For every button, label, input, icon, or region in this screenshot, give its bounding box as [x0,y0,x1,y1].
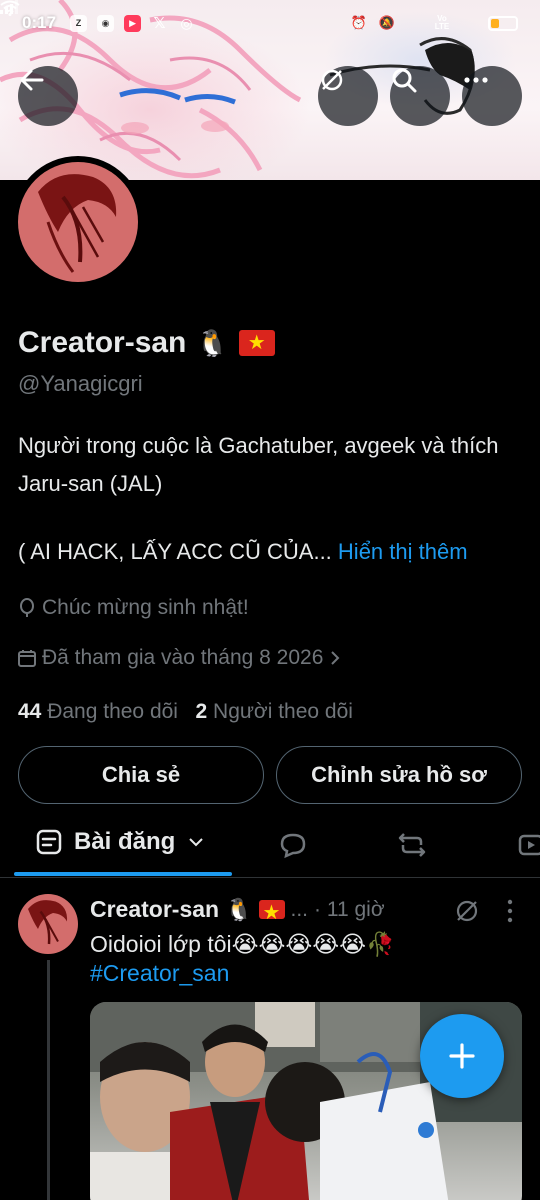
profile-handle: @Yanagicgri [18,371,143,396]
birthday-row: Chúc mừng sinh nhật! [18,596,249,620]
repost-icon [398,833,426,857]
mute-icon: 🔕 [378,15,396,30]
display-name-text: Creator-san [18,326,187,359]
follow-stats: 44 Đang theo dõi 2 Người theo dõi [18,700,353,724]
chevron-down-icon [189,838,204,847]
calendar-icon [18,650,36,667]
balloon-icon [20,598,34,617]
hide-button[interactable] [318,66,378,126]
birthday-text: Chúc mừng sinh nhật! [42,596,249,619]
post-hashtag[interactable]: #Creator_san [90,960,229,987]
profile-tabs: Bài đăng [0,812,540,878]
eye-slash-icon [321,69,343,91]
post-text: Oidoioi lớp tôi😭😭😭😭😭🥀 [90,931,395,957]
search-icon [392,68,417,93]
zalo-icon: Z [70,14,88,32]
thread-line [47,960,50,1200]
battery-icon [488,15,518,31]
more-icon [464,77,488,83]
x-icon: 𝕏 [153,15,166,32]
tab-posts[interactable]: Bài đăng [36,828,205,856]
following-link[interactable]: 44 Đang theo dõi [18,700,178,723]
status-time: 0:17 [22,13,57,32]
tab-reposts[interactable] [397,830,427,860]
tab-posts-label: Bài đăng [74,828,176,855]
status-app-icons: Z ◉ ▶ 𝕏 ◎ [70,14,195,32]
instagram-icon: ◎ [180,14,193,31]
avatar-image [18,162,138,282]
search-button[interactable] [390,66,450,126]
video-icon: ▶ [124,14,142,32]
profile-bio: Người trong cuộc là Gachatuber, avgeek v… [18,433,499,496]
share-button[interactable]: Chia sẻ [18,746,264,804]
chevron-right-icon [331,651,340,665]
post-header: Creator-san 🐧 ... · 11 giờ [90,896,385,925]
edit-profile-button[interactable]: Chỉnh sửa hồ sơ [276,746,522,804]
post-hide-icon[interactable] [454,898,480,924]
more-button[interactable] [462,66,522,126]
joined-text: Đã tham gia vào tháng 8 2026 [42,646,324,669]
profile-bio-continued: ( AI HACK, LẤY ACC CŨ CỦA... Hiển thị th… [18,539,468,565]
followers-label: Người theo dõi [213,700,353,723]
post-name-ellipsis: ... [290,897,309,921]
battery-level [491,18,500,28]
arrow-left-icon [20,69,44,91]
post-timestamp: · 11 giờ [314,897,385,921]
signal-icon [0,0,478,31]
wifi-icon [0,0,424,31]
tab-replies[interactable] [278,830,308,860]
post-vietnam-flag-icon [258,900,285,925]
reply-icon [280,833,306,859]
tab-media[interactable] [516,830,540,860]
display-name: Creator-san 🐧 [18,326,275,360]
post-penguin-emoji: 🐧 [225,896,253,922]
vietnam-flag-icon [238,330,275,356]
show-more-link[interactable]: Hiển thị thêm [338,539,468,564]
profile-avatar[interactable] [12,156,144,288]
followers-count: 2 [195,700,208,723]
volte-label: Vo LTE [434,14,450,31]
active-tab-indicator [14,872,232,876]
joined-row[interactable]: Đã tham gia vào tháng 8 2026 [18,646,341,670]
compose-button[interactable] [420,1014,504,1098]
following-count: 44 [18,700,42,723]
post-author-avatar[interactable] [18,894,78,954]
post-author-name[interactable]: Creator-san [90,896,219,923]
profile-banner[interactable]: 0:17 Z ◉ ▶ 𝕏 ◎ ⏰ 🔕 Vo LTE [0,0,540,180]
penguin-emoji: 🐧 [196,327,229,358]
plus-icon [449,1043,475,1069]
post-more-icon[interactable] [500,898,520,924]
back-button[interactable] [18,66,78,126]
following-label: Đang theo dõi [47,700,178,723]
posts-icon [36,829,62,855]
status-bar: 0:17 Z ◉ ▶ 𝕏 ◎ ⏰ 🔕 Vo LTE [0,0,540,46]
alarm-icon: ⏰ [350,15,368,30]
discord-icon: ◉ [97,14,115,32]
followers-link[interactable]: 2 Người theo dõi [196,700,353,723]
bio-truncated-text: ( AI HACK, LẤY ACC CŨ CỦA... [18,539,332,564]
